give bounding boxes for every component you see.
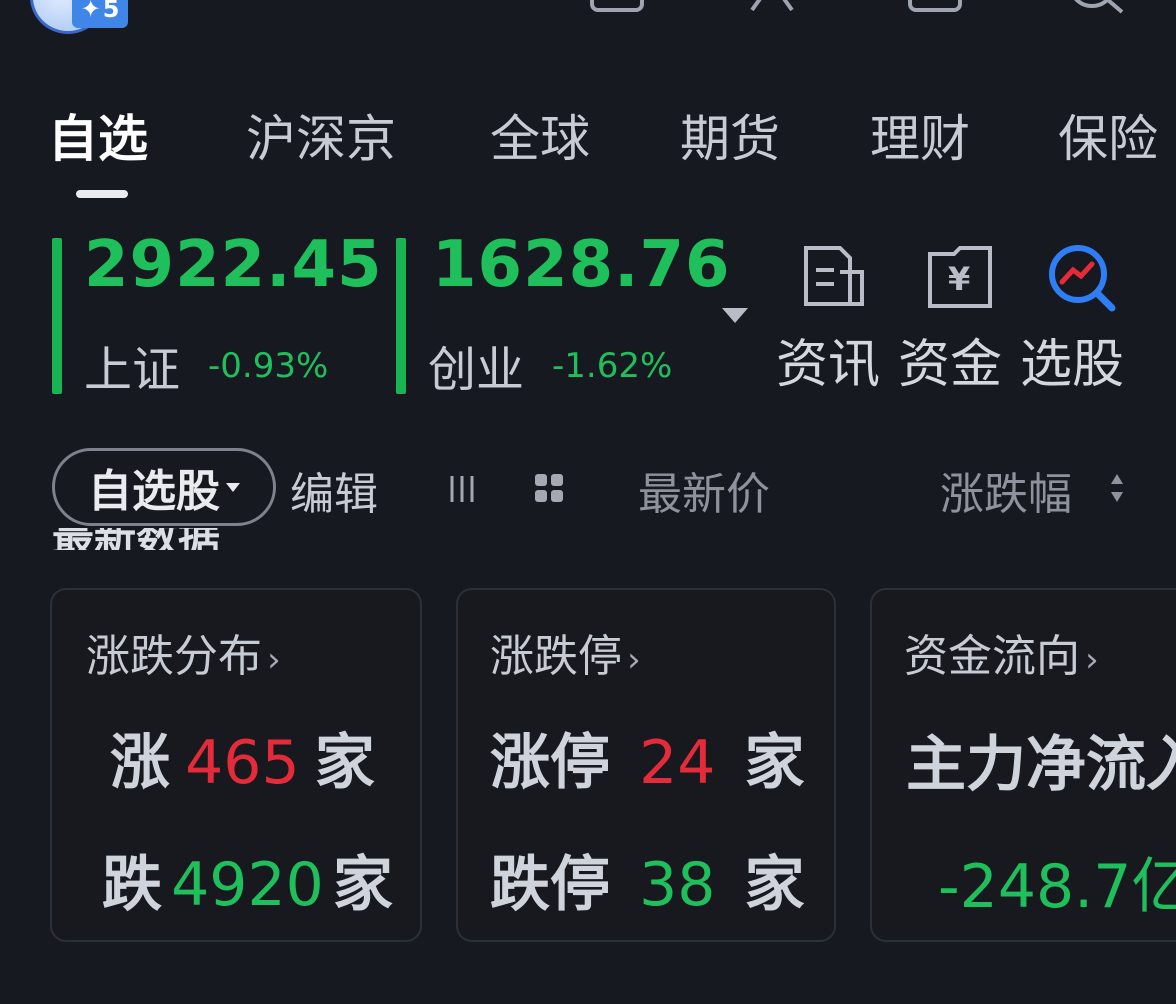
index-name: 上证 [84,342,181,398]
index-value: 1628.76 [432,228,731,302]
card-title: 涨跌分布 [86,631,262,682]
chevron-right-icon: › [627,640,641,680]
latest-price-header[interactable]: 最新价 [638,458,770,522]
tab-wealth[interactable]: 理财 [870,104,970,174]
unit-label: 家 [332,850,393,920]
user-icon[interactable] [748,0,808,14]
tool-stock-picker[interactable]: 选股 [1020,322,1124,397]
tool-funds[interactable]: 资金 [898,322,1002,397]
tab-insurance[interactable]: 保险 [1058,104,1158,174]
level-badge: ✦ 5 [72,0,128,28]
unit-label: 家 [314,728,375,798]
index-change: -0.93% [208,346,329,386]
fund-flow-card[interactable]: 资金流向 › 主力净流入 -248.7亿 [870,588,1176,942]
index-name: 创业 [428,342,525,398]
sort-icon[interactable] [1108,472,1126,504]
grid-view-icon[interactable] [534,472,566,506]
active-tab-indicator [76,190,128,198]
unit-label: 家 [744,850,805,920]
list-view-icon[interactable] [446,472,480,506]
index-change: -1.62% [552,346,673,386]
limit-down-label: 跌停 [490,850,610,920]
distribution-card[interactable]: 涨跌分布 › 涨 465 家 跌 4920 家 [50,588,422,942]
limit-down-count: 38 [639,850,716,920]
limit-card[interactable]: 涨跌停 › 涨停 24 家 跌停 38 家 [456,588,836,942]
history-icon[interactable] [908,0,962,12]
down-label: 跌 [102,850,162,920]
index-trend-bar [52,238,62,394]
tab-shsz[interactable]: 沪深京 [246,104,396,174]
message-icon[interactable] [590,0,644,12]
main-net-inflow-label: 主力净流入 [906,730,1176,800]
tab-futures[interactable]: 期货 [680,104,780,174]
chevron-right-icon: › [1085,640,1099,680]
limit-up-count: 24 [639,728,716,798]
stock-picker-icon[interactable] [1046,244,1118,312]
main-net-inflow-value: -248.7亿 [938,852,1176,922]
tab-global[interactable]: 全球 [490,104,590,174]
chevron-down-icon [226,482,240,492]
sparkle-icon: ✦ [80,0,101,23]
news-icon[interactable] [800,244,868,308]
watchlist-group-dropdown[interactable]: 自选股 [52,448,276,526]
limit-up-label: 涨停 [490,728,610,798]
edit-button[interactable]: 编辑 [290,458,378,522]
down-count: 4920 [171,850,324,920]
card-title: 涨跌停 [490,631,622,682]
card-title: 资金流向 [904,631,1080,682]
partially-hidden-label: 最新数据 [52,528,292,550]
badge-count: 5 [102,0,120,23]
up-label: 涨 [110,728,170,798]
watchlist-group-label: 自选股 [88,466,220,517]
index-dropdown-icon[interactable] [722,308,748,323]
tool-news[interactable]: 资讯 [776,322,880,397]
change-pct-header[interactable]: 涨跌幅 [940,458,1072,522]
up-count: 465 [185,728,300,798]
tab-watchlist[interactable]: 自选 [48,104,148,174]
partially-hidden-row: 最新数据 [52,528,292,550]
unit-label: 家 [744,728,805,798]
index-trend-bar [396,238,406,394]
index-value: 2922.45 [84,228,383,302]
chevron-right-icon: › [267,640,281,680]
search-icon[interactable] [1066,0,1126,14]
currency-symbol: ¥ [948,260,971,298]
